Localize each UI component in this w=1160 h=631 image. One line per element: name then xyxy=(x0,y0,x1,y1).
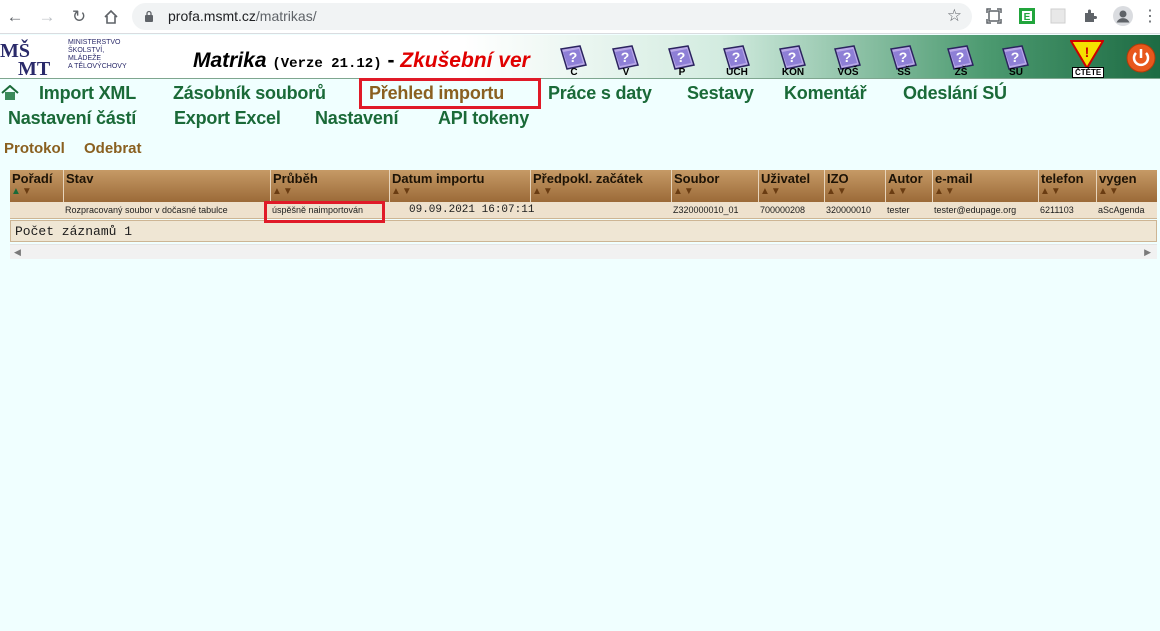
col-izo[interactable]: IZO ▲▼ xyxy=(824,170,885,202)
col-poradi[interactable]: Pořadí ▲▼ xyxy=(10,170,63,202)
main-navigation: Import XML Zásobník souborů Přehled impo… xyxy=(0,80,1160,132)
module-6-icon[interactable]: ? SŠ xyxy=(888,43,920,78)
col-stav[interactable]: Stav xyxy=(63,170,270,202)
prubeh-highlight xyxy=(264,201,385,223)
lock-icon xyxy=(145,10,153,22)
col-uzivatel[interactable]: Uživatel ▲▼ xyxy=(758,170,824,202)
nav-export-excel[interactable]: Export Excel xyxy=(174,108,281,129)
subnav-odebrat[interactable]: Odebrat xyxy=(84,140,142,157)
module-0-icon[interactable]: ? C xyxy=(558,43,590,78)
extensions-puzzle-icon[interactable] xyxy=(1080,6,1100,26)
active-nav-highlight xyxy=(359,78,541,109)
reload-icon[interactable]: ↻ xyxy=(68,6,90,28)
extension-grid-icon[interactable] xyxy=(1048,6,1068,26)
ministry-name: MINISTERSTVO ŠKOLSTVÍ, MLÁDEŽE A TĚLOVÝC… xyxy=(68,39,127,70)
col-predpokl-zacatek[interactable]: Předpokl. začátek ▲▼ xyxy=(530,170,671,202)
sort-arrows-icon[interactable]: ▲▼ xyxy=(826,186,848,197)
record-count: Počet záznamů 1 xyxy=(15,224,133,239)
module-8-icon[interactable]: ? SU xyxy=(1000,43,1032,78)
svg-text:?: ? xyxy=(899,49,908,65)
col-vygen[interactable]: vygen ▲▼ xyxy=(1096,170,1157,202)
extension-e-icon[interactable]: E xyxy=(1017,6,1037,26)
module-5-icon[interactable]: ? VOŠ xyxy=(832,43,864,78)
menu-kebab-icon[interactable]: ⋮ xyxy=(1140,6,1160,26)
nav-nastaveni[interactable]: Nastavení xyxy=(315,108,398,129)
svg-text:E: E xyxy=(1024,12,1031,23)
cell-stav: Rozpracovaný soubor v dočasné tabulce xyxy=(65,205,228,215)
bookmark-star-icon[interactable]: ☆ xyxy=(947,6,962,26)
col-email[interactable]: e-mail ▲▼ xyxy=(932,170,1038,202)
nav-sestavy[interactable]: Sestavy xyxy=(687,83,754,104)
record-count-row: Počet záznamů 1 xyxy=(10,220,1157,242)
sort-arrows-icon[interactable]: ▲▼ xyxy=(272,186,294,197)
nav-zasobnik-souboru[interactable]: Zásobník souborů xyxy=(173,83,326,104)
cell-autor: tester xyxy=(887,205,910,215)
sort-arrows-icon[interactable]: ▲▼ xyxy=(934,186,956,197)
svg-text:?: ? xyxy=(677,49,686,65)
sort-arrows-icon[interactable]: ▲▼ xyxy=(391,186,413,197)
browser-toolbar: ← → ↻ profa.msmt.cz/matrikas/ ☆ E ⋮ xyxy=(0,0,1160,34)
sort-arrows-icon[interactable]: ▲▼ xyxy=(673,186,695,197)
cell-telefon: 6211103 xyxy=(1040,205,1074,215)
cell-soubor: Z320000010_01 xyxy=(673,205,739,215)
nav-prace-s-daty[interactable]: Práce s daty xyxy=(548,83,652,104)
svg-text:?: ? xyxy=(1011,49,1020,65)
svg-text:?: ? xyxy=(569,49,578,65)
module-1-icon[interactable]: ? V xyxy=(610,43,642,78)
col-datum-importu[interactable]: Datum importu ▲▼ xyxy=(389,170,530,202)
sort-arrows-icon[interactable]: ▲▼ xyxy=(1040,186,1062,197)
sort-arrows-icon[interactable]: ▲▼ xyxy=(760,186,782,197)
nav-nastaveni-casti[interactable]: Nastavení částí xyxy=(8,108,136,129)
scroll-right-icon[interactable]: ▶ xyxy=(1144,247,1151,258)
screenshot-icon[interactable] xyxy=(984,6,1004,26)
forward-arrow-icon[interactable]: → xyxy=(36,6,58,28)
module-4-icon[interactable]: ? KON xyxy=(777,43,809,78)
ctete-warning-icon[interactable]: ! ČTĚTE xyxy=(1069,40,1105,78)
col-autor[interactable]: Autor ▲▼ xyxy=(885,170,932,202)
sort-arrows-icon[interactable]: ▲▼ xyxy=(887,186,909,197)
sort-arrows-icon[interactable]: ▲▼ xyxy=(11,186,33,197)
col-telefon[interactable]: telefon ▲▼ xyxy=(1038,170,1096,202)
svg-text:?: ? xyxy=(843,49,852,65)
svg-text:?: ? xyxy=(621,49,630,65)
logout-power-icon[interactable] xyxy=(1126,43,1156,73)
nav-komentar[interactable]: Komentář xyxy=(784,83,867,104)
table-row[interactable]: Rozpracovaný soubor v dočasné tabulce ús… xyxy=(10,202,1157,219)
module-7-icon[interactable]: ? ZŠ xyxy=(945,43,977,78)
svg-text:?: ? xyxy=(732,49,741,65)
cell-izo: 320000010 xyxy=(826,205,872,215)
table-header: Pořadí ▲▼ Stav Průběh ▲▼ Datum importu ▲… xyxy=(10,170,1157,202)
sort-arrows-icon[interactable]: ▲▼ xyxy=(532,186,554,197)
url-text: profa.msmt.cz/matrikas/ xyxy=(168,8,317,24)
subnav-protokol[interactable]: Protokol xyxy=(4,140,65,157)
svg-text:!: ! xyxy=(1085,44,1090,60)
profile-avatar-icon[interactable] xyxy=(1113,6,1133,26)
address-bar[interactable]: profa.msmt.cz/matrikas/ ☆ xyxy=(132,3,972,30)
sort-arrows-icon[interactable]: ▲▼ xyxy=(1098,186,1120,197)
cell-vygen: aScAgenda xyxy=(1098,205,1145,215)
horizontal-scrollbar[interactable]: ◀ ▶ xyxy=(10,244,1157,259)
back-arrow-icon[interactable]: ← xyxy=(4,6,26,28)
home-icon[interactable] xyxy=(100,6,122,28)
col-soubor[interactable]: Soubor ▲▼ xyxy=(671,170,758,202)
nav-import-xml[interactable]: Import XML xyxy=(39,83,136,104)
cell-uzivatel: 700000208 xyxy=(760,205,806,215)
cell-datum: 09.09.2021 16:07:11 xyxy=(409,204,535,216)
col-prubeh[interactable]: Průběh ▲▼ xyxy=(270,170,389,202)
msmt-logo-icon: MŠ MT xyxy=(0,38,51,77)
module-2-icon[interactable]: ? P xyxy=(666,43,698,78)
nav-api-tokeny[interactable]: API tokeny xyxy=(438,108,529,129)
svg-text:?: ? xyxy=(788,49,797,65)
app-header: MŠ MT MINISTERSTVO ŠKOLSTVÍ, MLÁDEŽE A T… xyxy=(0,35,1160,79)
home-nav-icon[interactable] xyxy=(1,85,19,101)
svg-text:?: ? xyxy=(956,49,965,65)
nav-odeslani-su[interactable]: Odeslání SÚ xyxy=(903,83,1007,104)
cell-email: tester@edupage.org xyxy=(934,205,1017,215)
module-3-icon[interactable]: ? UCH xyxy=(721,43,753,78)
scroll-left-icon[interactable]: ◀ xyxy=(14,247,21,258)
svg-text:MT: MT xyxy=(18,58,51,77)
app-title: Matrika (Verze 21.12) - Zkušební ver xyxy=(193,49,530,72)
